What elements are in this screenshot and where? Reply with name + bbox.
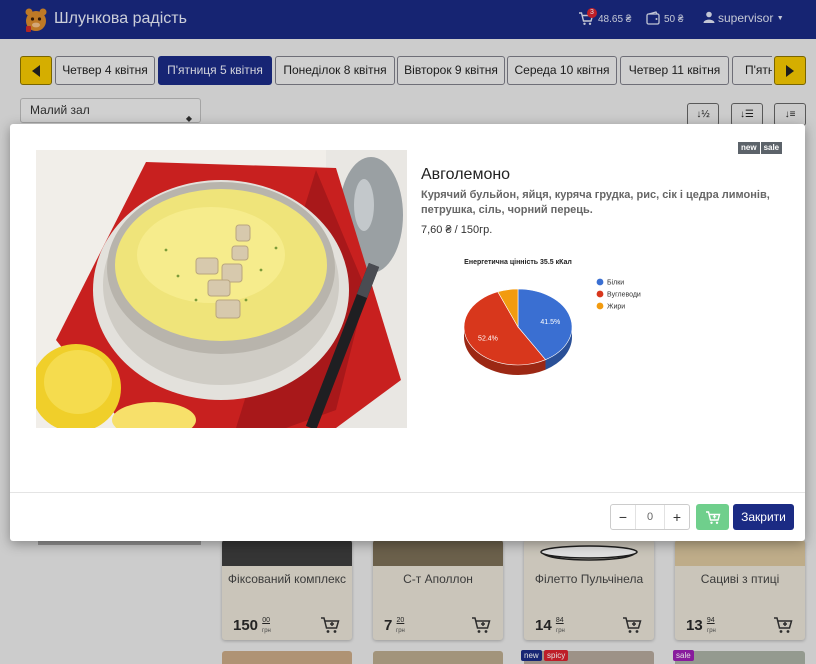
new-tag: new <box>738 142 760 154</box>
chart-title: Енергетична цінність 35.5 кКал <box>464 258 572 266</box>
modal-footer-divider <box>10 492 805 493</box>
dish-details-modal: new sale Авголемоно Курячий бульйон, яйц… <box>10 124 805 541</box>
quantity-value[interactable]: 0 <box>635 505 665 529</box>
close-button[interactable]: Закрити <box>733 504 794 530</box>
legend-label-1: Вуглеводи <box>607 292 641 299</box>
pie-label-0: 41.5% <box>540 319 560 326</box>
increase-button[interactable]: + <box>665 505 689 529</box>
legend-swatch-1 <box>596 290 604 298</box>
dish-title: Авголемоно <box>421 166 511 183</box>
pie-label-1: 52.4% <box>478 335 498 342</box>
add-to-cart-icon <box>705 510 720 524</box>
dish-ingredients: Курячий бульйон, яйця, куряча грудка, ри… <box>421 189 770 216</box>
quantity-stepper: − 0 + <box>610 504 690 530</box>
legend-swatch-2 <box>596 302 604 310</box>
legend-swatch-0 <box>596 278 604 286</box>
dish-price: 7,60 ₴ / 150гр. <box>421 224 493 236</box>
dish-photo <box>36 150 407 428</box>
decrease-button[interactable]: − <box>611 505 635 529</box>
add-to-cart-button[interactable] <box>696 504 729 530</box>
legend-label-2: Жири <box>607 304 625 311</box>
dish-tags: new sale <box>738 142 783 154</box>
energy-pie-chart: Енергетична цінність 35.5 кКал 41.5% 52.4… <box>463 258 641 375</box>
legend-label-0: Білки <box>607 279 624 287</box>
sale-tag: sale <box>760 142 783 154</box>
